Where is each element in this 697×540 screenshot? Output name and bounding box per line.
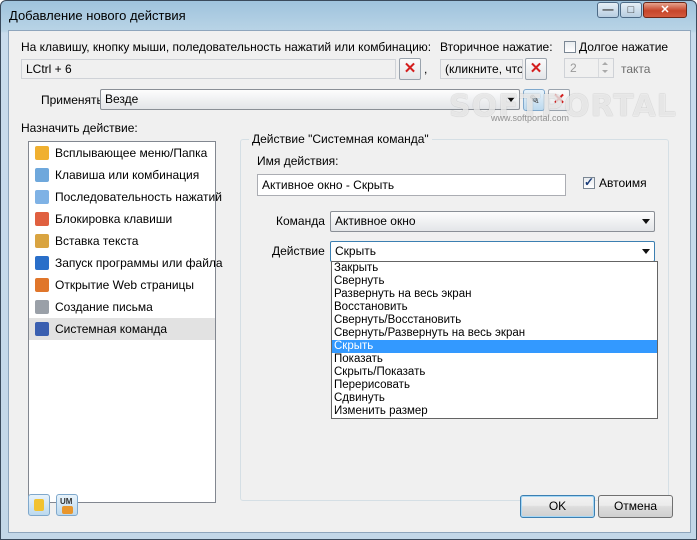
ticks-spinner[interactable]: 2 <box>564 58 614 78</box>
dropdown-option[interactable]: Свернуть/Восстановить <box>332 314 657 327</box>
chevron-down-icon <box>642 249 650 254</box>
paste-text-icon <box>35 234 49 248</box>
long-press-label: Долгое нажатие <box>579 40 669 54</box>
window-title: Добавление нового действия <box>9 8 186 23</box>
maximize-icon: □ <box>627 4 635 16</box>
action-type-item[interactable]: Создание письма <box>29 296 215 318</box>
action-type-item[interactable]: Блокировка клавиши <box>29 208 215 230</box>
apply-value: Везде <box>105 92 139 106</box>
clear-icon: ✕ <box>403 60 417 77</box>
folder-menu-icon <box>35 146 49 160</box>
action-name-input[interactable]: Активное окно - Скрыть <box>257 174 566 196</box>
action-type-item[interactable]: Всплывающее меню/Папка <box>29 142 215 164</box>
ok-button[interactable]: OK <box>520 495 595 518</box>
watermark-url: www.softportal.com <box>491 113 570 123</box>
secondary-press-label: Вторичное нажатие: <box>440 40 553 54</box>
command-combo[interactable]: Активное окно <box>330 211 655 232</box>
trigger-label: На клавишу, кнопку мыши, поледовательнос… <box>21 40 432 54</box>
action-type-label: Клавиша или комбинация <box>55 168 200 182</box>
action-value: Скрыть <box>335 244 376 258</box>
dialog-client: На клавишу, кнопку мыши, поледовательнос… <box>8 30 691 533</box>
action-type-label: Всплывающее меню/Папка <box>55 146 208 160</box>
group-legend: Действие "Системная команда" <box>249 132 432 146</box>
action-dropdown-list[interactable]: Закрыть Свернуть Развернуть на весь экран В… <box>331 261 658 419</box>
action-type-label: Блокировка клавиши <box>55 212 173 226</box>
um-button[interactable]: UM <box>56 494 78 516</box>
clear-trigger-button[interactable]: ✕ <box>399 58 421 80</box>
dropdown-option[interactable]: Закрыть <box>332 262 657 275</box>
system-command-icon <box>35 322 49 336</box>
action-type-item[interactable]: Открытие Web страницы <box>29 274 215 296</box>
action-type-item[interactable]: Последовательность нажатий <box>29 186 222 208</box>
ticks-label: такта <box>621 62 651 76</box>
action-label: Действие <box>272 244 325 258</box>
dropdown-option[interactable]: Показать <box>332 353 657 366</box>
action-type-label: Запуск программы или файла <box>55 256 223 270</box>
long-press-checkbox[interactable] <box>564 41 576 53</box>
dialog-window: Добавление нового действия — □ ✕ На клав… <box>0 0 697 540</box>
trigger-separator: , <box>424 62 428 76</box>
minimize-icon: — <box>602 4 614 16</box>
autoname-checkbox[interactable] <box>583 175 595 189</box>
action-combo[interactable]: Скрыть <box>330 241 655 262</box>
autoname-label: Автоимя <box>599 176 647 190</box>
chevron-down-icon <box>642 219 650 224</box>
action-type-label: Вставка текста <box>55 234 139 248</box>
dropdown-option[interactable]: Свернуть/Развернуть на весь экран <box>332 327 657 340</box>
keyboard-icon <box>35 168 49 182</box>
action-type-item[interactable]: Системная команда <box>29 318 215 340</box>
email-icon <box>35 300 49 314</box>
secondary-press-input[interactable]: (кликните, что <box>440 59 523 79</box>
dropdown-option[interactable]: Восстановить <box>332 301 657 314</box>
um-icon: UM <box>60 497 73 506</box>
title-bar[interactable]: Добавление нового действия — □ ✕ <box>1 1 696 29</box>
web-page-icon <box>35 278 49 292</box>
spin-down-icon[interactable] <box>598 68 613 77</box>
dropdown-option[interactable]: Развернуть на весь экран <box>332 288 657 301</box>
apply-label: Применять <box>41 93 103 107</box>
minimize-button[interactable]: — <box>597 2 619 18</box>
maximize-button[interactable]: □ <box>620 2 642 18</box>
spin-up-icon[interactable] <box>598 59 613 68</box>
assign-label: Назначить действие: <box>21 121 138 135</box>
keys-sequence-icon <box>35 190 49 204</box>
action-type-label: Открытие Web страницы <box>55 278 195 292</box>
close-icon: ✕ <box>660 4 670 16</box>
action-type-item[interactable]: Запуск программы или файла <box>29 252 223 274</box>
cancel-button[interactable]: Отмена <box>598 495 673 518</box>
action-type-label: Системная команда <box>55 322 168 336</box>
um-icon-body <box>62 506 73 514</box>
dropdown-option[interactable]: Скрыть <box>332 340 657 353</box>
dropdown-option[interactable]: Свернуть <box>332 275 657 288</box>
action-type-item[interactable]: Вставка текста <box>29 230 215 252</box>
dropdown-option[interactable]: Скрыть/Показать <box>332 366 657 379</box>
clear-icon: ✕ <box>529 60 543 77</box>
trigger-input[interactable]: LCtrl + 6 <box>21 59 396 79</box>
command-value: Активное окно <box>335 214 416 228</box>
key-lock-icon <box>35 212 49 226</box>
pause-icon <box>34 499 44 511</box>
clear-secondary-button[interactable]: ✕ <box>525 58 547 80</box>
action-type-list[interactable]: Всплывающее меню/Папка Клавиша или комбин… <box>28 141 223 503</box>
ticks-value: 2 <box>570 61 577 75</box>
action-type-item[interactable]: Клавиша или комбинация <box>29 164 215 186</box>
close-button[interactable]: ✕ <box>643 2 687 18</box>
run-program-icon <box>35 256 49 270</box>
dropdown-option[interactable]: Изменить размер <box>332 405 657 418</box>
action-type-label: Создание письма <box>55 300 153 314</box>
pause-button[interactable] <box>28 494 50 516</box>
dropdown-option[interactable]: Сдвинуть <box>332 392 657 405</box>
dropdown-option[interactable]: Перерисовать <box>332 379 657 392</box>
action-name-label: Имя действия: <box>257 154 339 168</box>
action-type-label: Последовательность нажатий <box>55 190 222 204</box>
command-label: Команда <box>276 214 325 228</box>
